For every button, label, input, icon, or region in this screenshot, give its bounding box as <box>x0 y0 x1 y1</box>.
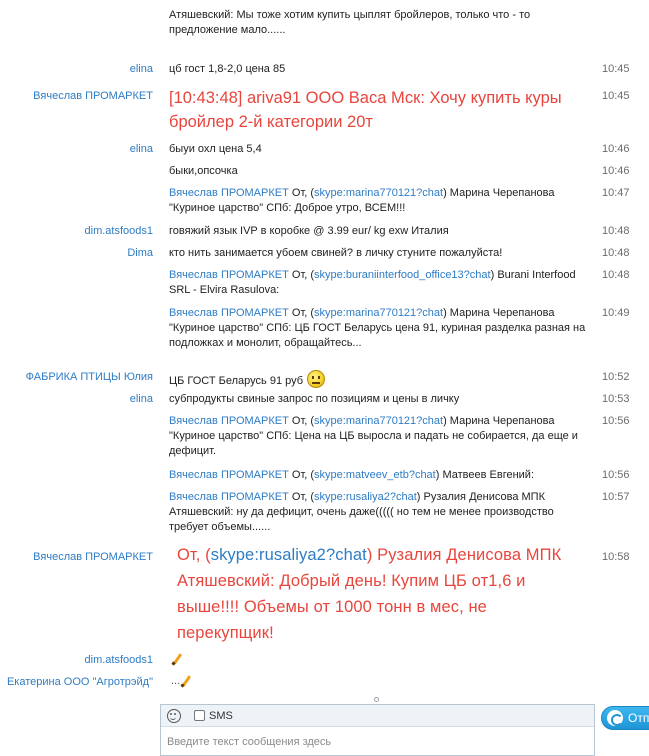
message-time: 10:45 <box>602 90 630 102</box>
message-sender[interactable]: elina <box>0 392 153 407</box>
message-text: Вячеслав ПРОМАРКЕТ От, (skype:rusaliya2?… <box>169 490 589 535</box>
message-text: Вячеслав ПРОМАРКЕТ От, (skype:marina7701… <box>169 306 589 351</box>
chat-message: Вячеслав ПРОМАРКЕТ От, (skype:rusaliya2?… <box>0 542 649 648</box>
message-sender[interactable]: Dima <box>0 246 153 261</box>
relay-sender[interactable]: Вячеслав ПРОМАРКЕТ <box>169 187 289 199</box>
chat-message: Атяшевский: Мы тоже хотим купить цыплят … <box>0 8 649 38</box>
message-body: ЦБ ГОСТ Беларусь 91 руб <box>169 375 304 387</box>
message-text: цб гост 1,8-2,0 цена 85 <box>169 63 286 75</box>
message-input[interactable] <box>161 728 594 756</box>
message-time: 10:58 <box>602 551 630 563</box>
skype-link[interactable]: skype:matveev_etb?chat <box>314 469 436 481</box>
relay-sender[interactable]: Вячеслав ПРОМАРКЕТ <box>169 491 289 503</box>
pencil-icon <box>171 653 183 665</box>
send-button[interactable]: Отправить <box>601 706 649 730</box>
chat-history: Атяшевский: Мы тоже хотим купить цыплят … <box>0 0 649 700</box>
message-sender[interactable]: elina <box>0 62 153 77</box>
skype-link[interactable]: skype:marina770121?chat <box>314 187 443 199</box>
message-time: 10:46 <box>602 143 630 155</box>
relay-prefix: От, ( <box>288 469 315 481</box>
message-time: 10:45 <box>602 63 630 75</box>
typing-indicator-row: dim.atsfoods1 <box>0 653 649 669</box>
relay-body: ) Матвеев Евгений: <box>435 469 534 481</box>
message-text: быки,опсочка <box>169 165 238 177</box>
message-text: Вячеслав ПРОМАРКЕТ От, (skype:buraniinte… <box>169 268 589 298</box>
message-time: 10:48 <box>602 247 630 259</box>
relay-prefix: От, ( <box>288 187 315 199</box>
message-time: 10:53 <box>602 393 630 405</box>
chat-message: Вячеслав ПРОМАРКЕТ [10:43:48] ariva91 ОО… <box>0 86 649 136</box>
relay-sender[interactable]: Вячеслав ПРОМАРКЕТ <box>169 415 289 427</box>
message-text: кто нить занимается убоем свиней? в личк… <box>169 247 503 259</box>
relay-sender[interactable]: Вячеслав ПРОМАРКЕТ <box>169 307 289 319</box>
message-time: 10:56 <box>602 469 630 481</box>
message-sender[interactable]: ФАБРИКА ПТИЦЫ Юлия <box>0 370 153 385</box>
skype-link[interactable]: skype:marina770121?chat <box>314 307 443 319</box>
chat-message: dim.atsfoods1 говяжий язык IVP в коробке… <box>0 224 649 240</box>
message-time: 10:57 <box>602 491 630 503</box>
message-time: 10:48 <box>602 269 630 281</box>
chat-message: Вячеслав ПРОМАРКЕТ От, (skype:marina7701… <box>0 414 649 462</box>
chat-message: быки,опсочка 10:46 <box>0 164 649 180</box>
message-text: От, (skype:rusaliya2?chat) Рузалия Денис… <box>177 542 582 646</box>
chat-message: Вячеслав ПРОМАРКЕТ От, (skype:buraniinte… <box>0 268 649 300</box>
message-text: ЦБ ГОСТ Беларусь 91 руб <box>169 370 589 389</box>
chat-message: elina цб гост 1,8-2,0 цена 85 10:45 <box>0 62 649 78</box>
chat-message: Dima кто нить занимается убоем свиней? в… <box>0 246 649 262</box>
chat-message: ФАБРИКА ПТИЦЫ Юлия ЦБ ГОСТ Беларусь 91 р… <box>0 366 649 389</box>
message-sender[interactable]: Вячеслав ПРОМАРКЕТ <box>0 550 153 565</box>
message-text: [10:43:48] ariva91 ООО Васа Мск: Хочу ку… <box>169 89 562 131</box>
relay-sender[interactable]: Вячеслав ПРОМАРКЕТ <box>169 469 289 481</box>
chat-message: elina быуи охл цена 5,4 10:46 <box>0 142 649 158</box>
message-composer: SMS <box>160 704 595 756</box>
message-text: быуи охл цена 5,4 <box>169 143 262 155</box>
typing-indicator-row: Екатерина ООО "Агротрэйд" ... <box>0 675 649 691</box>
message-text: Вячеслав ПРОМАРКЕТ От, (skype:matveev_et… <box>169 468 589 483</box>
message-time: 10:47 <box>602 187 630 199</box>
chat-message: Вячеслав ПРОМАРКЕТ От, (skype:marina7701… <box>0 186 649 218</box>
send-button-label: Отправить <box>628 711 649 725</box>
typing-dots: ... <box>171 675 181 687</box>
message-time: 10:56 <box>602 415 630 427</box>
relay-prefix: От, ( <box>288 307 315 319</box>
message-sender[interactable]: dim.atsfoods1 <box>0 653 153 668</box>
emoticon-icon[interactable] <box>167 709 181 723</box>
relay-prefix: От, ( <box>288 415 315 427</box>
sms-label: SMS <box>209 710 233 722</box>
message-text: Вячеслав ПРОМАРКЕТ От, (skype:marina7701… <box>169 414 589 459</box>
skype-link[interactable]: skype:rusaliya2?chat <box>314 491 417 503</box>
message-sender[interactable]: elina <box>0 142 153 157</box>
message-text: субпродукты свиные запрос по позициям и … <box>169 393 460 405</box>
pencil-icon <box>180 675 192 687</box>
chat-message: Вячеслав ПРОМАРКЕТ От, (skype:matveev_et… <box>0 468 649 484</box>
skype-link[interactable]: skype:marina770121?chat <box>314 415 443 427</box>
message-time: 10:48 <box>602 225 630 237</box>
relay-prefix: От, ( <box>288 269 315 281</box>
typing-indicator: ... <box>171 675 591 692</box>
composer-toolbar: SMS <box>161 705 594 727</box>
message-time: 10:52 <box>602 371 630 383</box>
relay-sender[interactable]: Вячеслав ПРОМАРКЕТ <box>169 269 289 281</box>
neutral-smiley-icon <box>307 370 326 388</box>
relay-prefix: От, ( <box>177 546 211 564</box>
message-text: Атяшевский: Мы тоже хотим купить цыплят … <box>169 9 531 36</box>
message-time: 10:49 <box>602 307 630 319</box>
skype-link[interactable]: skype:rusaliya2?chat <box>211 546 367 564</box>
chat-message: elina субпродукты свиные запрос по позиц… <box>0 392 649 408</box>
resize-handle[interactable] <box>374 697 379 702</box>
message-text: Вячеслав ПРОМАРКЕТ От, (skype:marina7701… <box>169 186 589 216</box>
sms-checkbox[interactable] <box>194 710 205 721</box>
chat-message: Вячеслав ПРОМАРКЕТ От, (skype:rusaliya2?… <box>0 490 649 538</box>
relay-prefix: От, ( <box>288 491 315 503</box>
chat-message: Вячеслав ПРОМАРКЕТ От, (skype:marina7701… <box>0 306 649 354</box>
skype-link[interactable]: skype:buraniinterfood_office13?chat <box>314 269 491 281</box>
typing-indicator <box>171 653 591 670</box>
message-time: 10:46 <box>602 165 630 177</box>
message-text: говяжий язык IVP в коробке @ 3.99 eur/ k… <box>169 225 449 237</box>
message-sender[interactable]: Вячеслав ПРОМАРКЕТ <box>0 89 153 104</box>
send-icon <box>607 710 623 726</box>
message-sender[interactable]: Екатерина ООО "Агротрэйд" <box>0 675 153 690</box>
message-sender[interactable]: dim.atsfoods1 <box>0 224 153 239</box>
